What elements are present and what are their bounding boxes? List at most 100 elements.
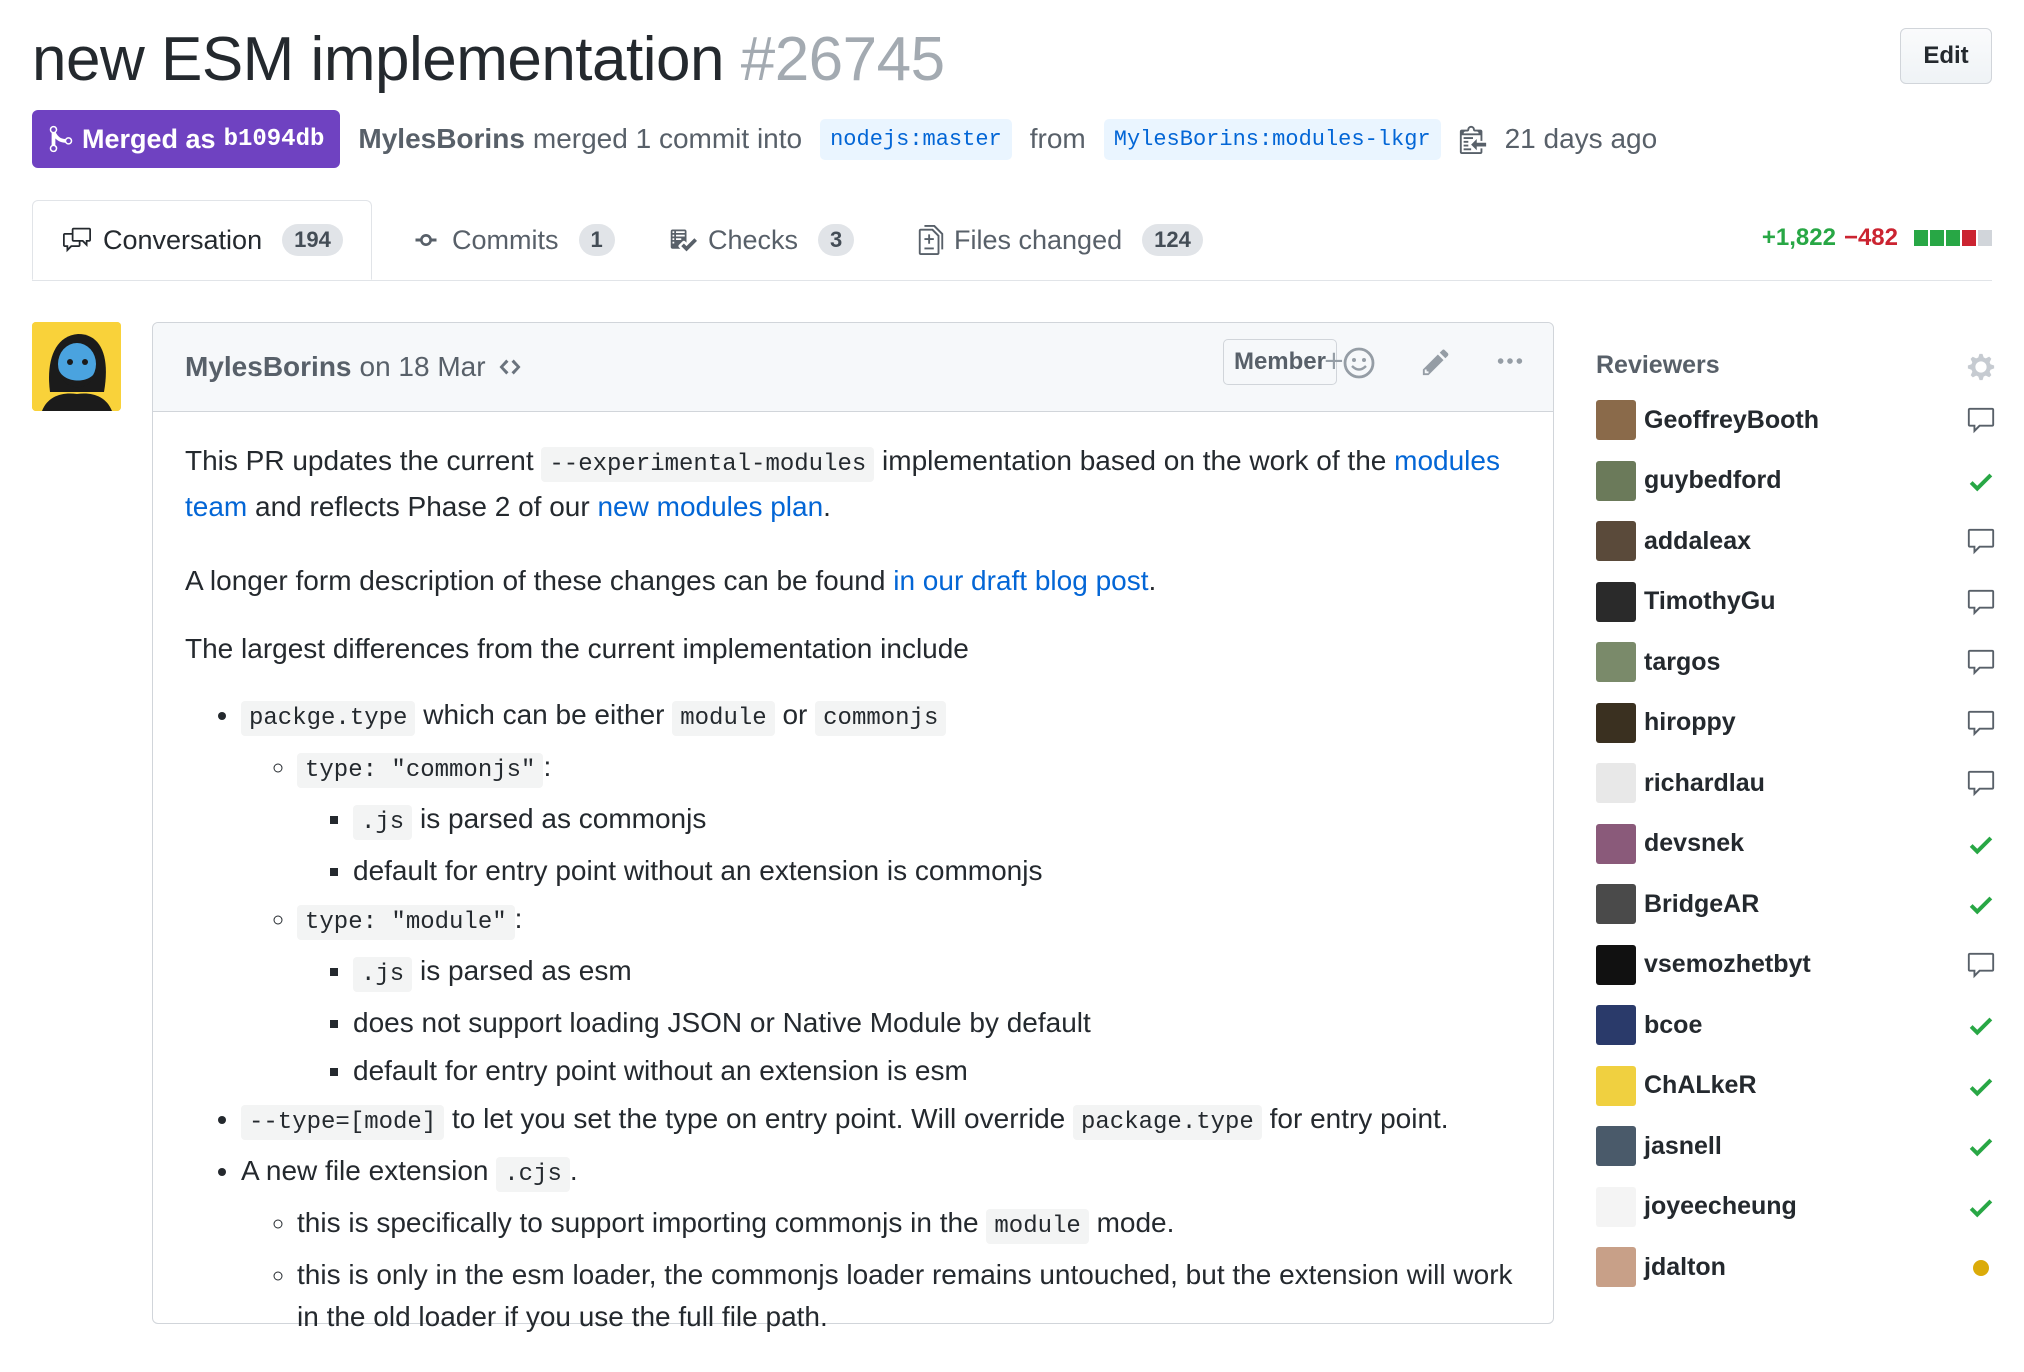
comment-date[interactable]: on 18 Mar xyxy=(360,351,486,383)
reviewer-name[interactable]: joyeecheung xyxy=(1644,1192,1797,1221)
reviewer-avatar[interactable] xyxy=(1596,1065,1636,1106)
tab-counter: 3 xyxy=(818,224,855,256)
reviewer-name[interactable]: jdalton xyxy=(1644,1253,1726,1282)
tab-files-changed[interactable]: Files changed 124 xyxy=(918,200,1203,280)
review-status xyxy=(1966,527,1996,557)
add-reaction-icon[interactable]: + xyxy=(1323,345,1377,379)
reviewer-avatar[interactable] xyxy=(1596,702,1636,743)
diffstat-block xyxy=(1914,230,1928,246)
reviewer-avatar[interactable] xyxy=(1596,1005,1636,1046)
reviewer-avatar[interactable] xyxy=(1596,823,1636,864)
review-status xyxy=(1966,1011,1996,1041)
reviewer-avatar[interactable] xyxy=(1596,1126,1636,1167)
reviewer-avatar[interactable] xyxy=(1596,581,1636,622)
text: for entry point. xyxy=(1261,1103,1449,1134)
reviewer-name[interactable]: targos xyxy=(1644,648,1720,677)
reviewer-item[interactable]: guybedford xyxy=(1596,451,1996,512)
comment-author-link[interactable]: MylesBorins xyxy=(185,351,352,383)
paragraph: The largest differences from the current… xyxy=(185,633,969,664)
merge-sha[interactable]: b1094db xyxy=(224,126,325,153)
reviewer-avatar[interactable] xyxy=(1596,400,1636,441)
modules-plan-link[interactable]: new modules plan xyxy=(597,491,823,522)
diffstat-block xyxy=(1978,230,1992,246)
text: . xyxy=(1148,565,1157,596)
tab-conversation[interactable]: Conversation 194 xyxy=(32,200,372,280)
reviewer-item[interactable]: ChALkeR xyxy=(1596,1056,1996,1117)
pr-author-link[interactable]: MylesBorins xyxy=(358,123,525,155)
reviewer-avatar[interactable] xyxy=(1596,460,1636,501)
sub-list: this is specifically to support importin… xyxy=(241,1202,1521,1338)
reviewer-name[interactable]: hiroppy xyxy=(1644,708,1736,737)
reviewer-item[interactable]: joyeecheung xyxy=(1596,1177,1996,1238)
tab-commits[interactable]: Commits 1 xyxy=(410,200,615,280)
reviewer-item[interactable]: vsemozhetbyt xyxy=(1596,935,1996,996)
pencil-icon[interactable] xyxy=(1421,347,1451,377)
reviewer-name[interactable]: richardlau xyxy=(1644,769,1765,798)
reviewer-item[interactable]: addaleax xyxy=(1596,511,1996,572)
reviewer-item[interactable]: GeoffreyBooth xyxy=(1596,390,1996,451)
diffstat-block xyxy=(1946,230,1960,246)
clipboard-copy-icon[interactable] xyxy=(1459,124,1487,154)
author-avatar[interactable] xyxy=(32,322,121,411)
reviewer-avatar[interactable] xyxy=(1596,1247,1636,1288)
reviewer-avatar[interactable] xyxy=(1596,642,1636,683)
list-item: this is specifically to support importin… xyxy=(297,1202,1521,1248)
reviewer-name[interactable]: guybedford xyxy=(1644,466,1782,495)
inline-code: type: "commonjs" xyxy=(297,753,544,788)
reviewer-item[interactable]: jasnell xyxy=(1596,1116,1996,1177)
blog-post-link[interactable]: in our draft blog post xyxy=(893,565,1148,596)
gear-icon[interactable] xyxy=(1966,352,1996,382)
comment-icon xyxy=(1967,952,1995,978)
reviewer-avatar[interactable] xyxy=(1596,944,1636,985)
merged-label: Merged as xyxy=(82,123,216,154)
review-status xyxy=(1966,769,1996,799)
reviewer-name[interactable]: jasnell xyxy=(1644,1132,1722,1161)
text: mode. xyxy=(1088,1207,1175,1238)
reviewer-item[interactable]: jdalton xyxy=(1596,1237,1996,1298)
reviewer-item[interactable]: targos xyxy=(1596,632,1996,693)
comment-icon xyxy=(1967,710,1995,736)
kebab-horizontal-icon[interactable] xyxy=(1495,347,1525,377)
reviewer-item[interactable]: richardlau xyxy=(1596,753,1996,814)
reviewer-avatar[interactable] xyxy=(1596,521,1636,562)
tab-label: Files changed xyxy=(954,224,1123,255)
text: . xyxy=(823,491,831,522)
sub-list: .js is parsed as commonjs default for en… xyxy=(297,798,1521,892)
review-status xyxy=(1966,1253,1996,1283)
base-branch[interactable]: nodejs:master xyxy=(820,118,1012,160)
reviewer-avatar[interactable] xyxy=(1596,884,1636,925)
reviewer-name[interactable]: bcoe xyxy=(1644,1011,1702,1040)
check-icon xyxy=(1969,836,1993,854)
inline-code: --experimental-modules xyxy=(541,447,875,482)
text: which can be either xyxy=(415,699,673,730)
reviewer-name[interactable]: ChALkeR xyxy=(1644,1071,1757,1100)
text: A new file extension xyxy=(241,1155,497,1186)
reviewers-heading[interactable]: Reviewers xyxy=(1596,340,1996,390)
tab-checks[interactable]: Checks 3 xyxy=(668,200,855,280)
comment-icon xyxy=(1967,649,1995,676)
comment-icon xyxy=(1967,770,1995,797)
reviewer-item[interactable]: hiroppy xyxy=(1596,693,1996,754)
reviewer-item[interactable]: TimothyGu xyxy=(1596,572,1996,633)
reviewer-avatar[interactable] xyxy=(1596,763,1636,804)
reviewer-item[interactable]: bcoe xyxy=(1596,995,1996,1056)
reviewer-name[interactable]: BridgeAR xyxy=(1644,890,1759,919)
reviewers-sidebar: Reviewers GeoffreyBooth guybedford addalea… xyxy=(1596,340,1996,1298)
inline-code: packge.type xyxy=(241,701,416,736)
diffstat-block xyxy=(1962,230,1976,246)
reviewer-name[interactable]: TimothyGu xyxy=(1644,587,1775,616)
reviewer-item[interactable]: devsnek xyxy=(1596,814,1996,875)
head-branch[interactable]: MylesBorins:modules-lkgr xyxy=(1103,118,1441,160)
reviewer-name[interactable]: vsemozhetbyt xyxy=(1644,950,1811,979)
inline-code: --type=[mode] xyxy=(241,1105,445,1140)
pr-header: new ESM implementation #26745 Edit xyxy=(32,20,1992,100)
pr-description-comment: MylesBorins on 18 Mar Member + This PR u… xyxy=(152,322,1554,1332)
reviewer-name[interactable]: addaleax xyxy=(1644,527,1751,556)
reviewer-avatar[interactable] xyxy=(1596,1186,1636,1227)
diffstat-block xyxy=(1930,230,1944,246)
reviewer-name[interactable]: GeoffreyBooth xyxy=(1644,406,1819,435)
reviewer-name[interactable]: devsnek xyxy=(1644,829,1744,858)
reviewer-item[interactable]: BridgeAR xyxy=(1596,874,1996,935)
list-item: default for entry point without an exten… xyxy=(353,1050,1521,1092)
edit-button[interactable]: Edit xyxy=(1900,28,1992,84)
